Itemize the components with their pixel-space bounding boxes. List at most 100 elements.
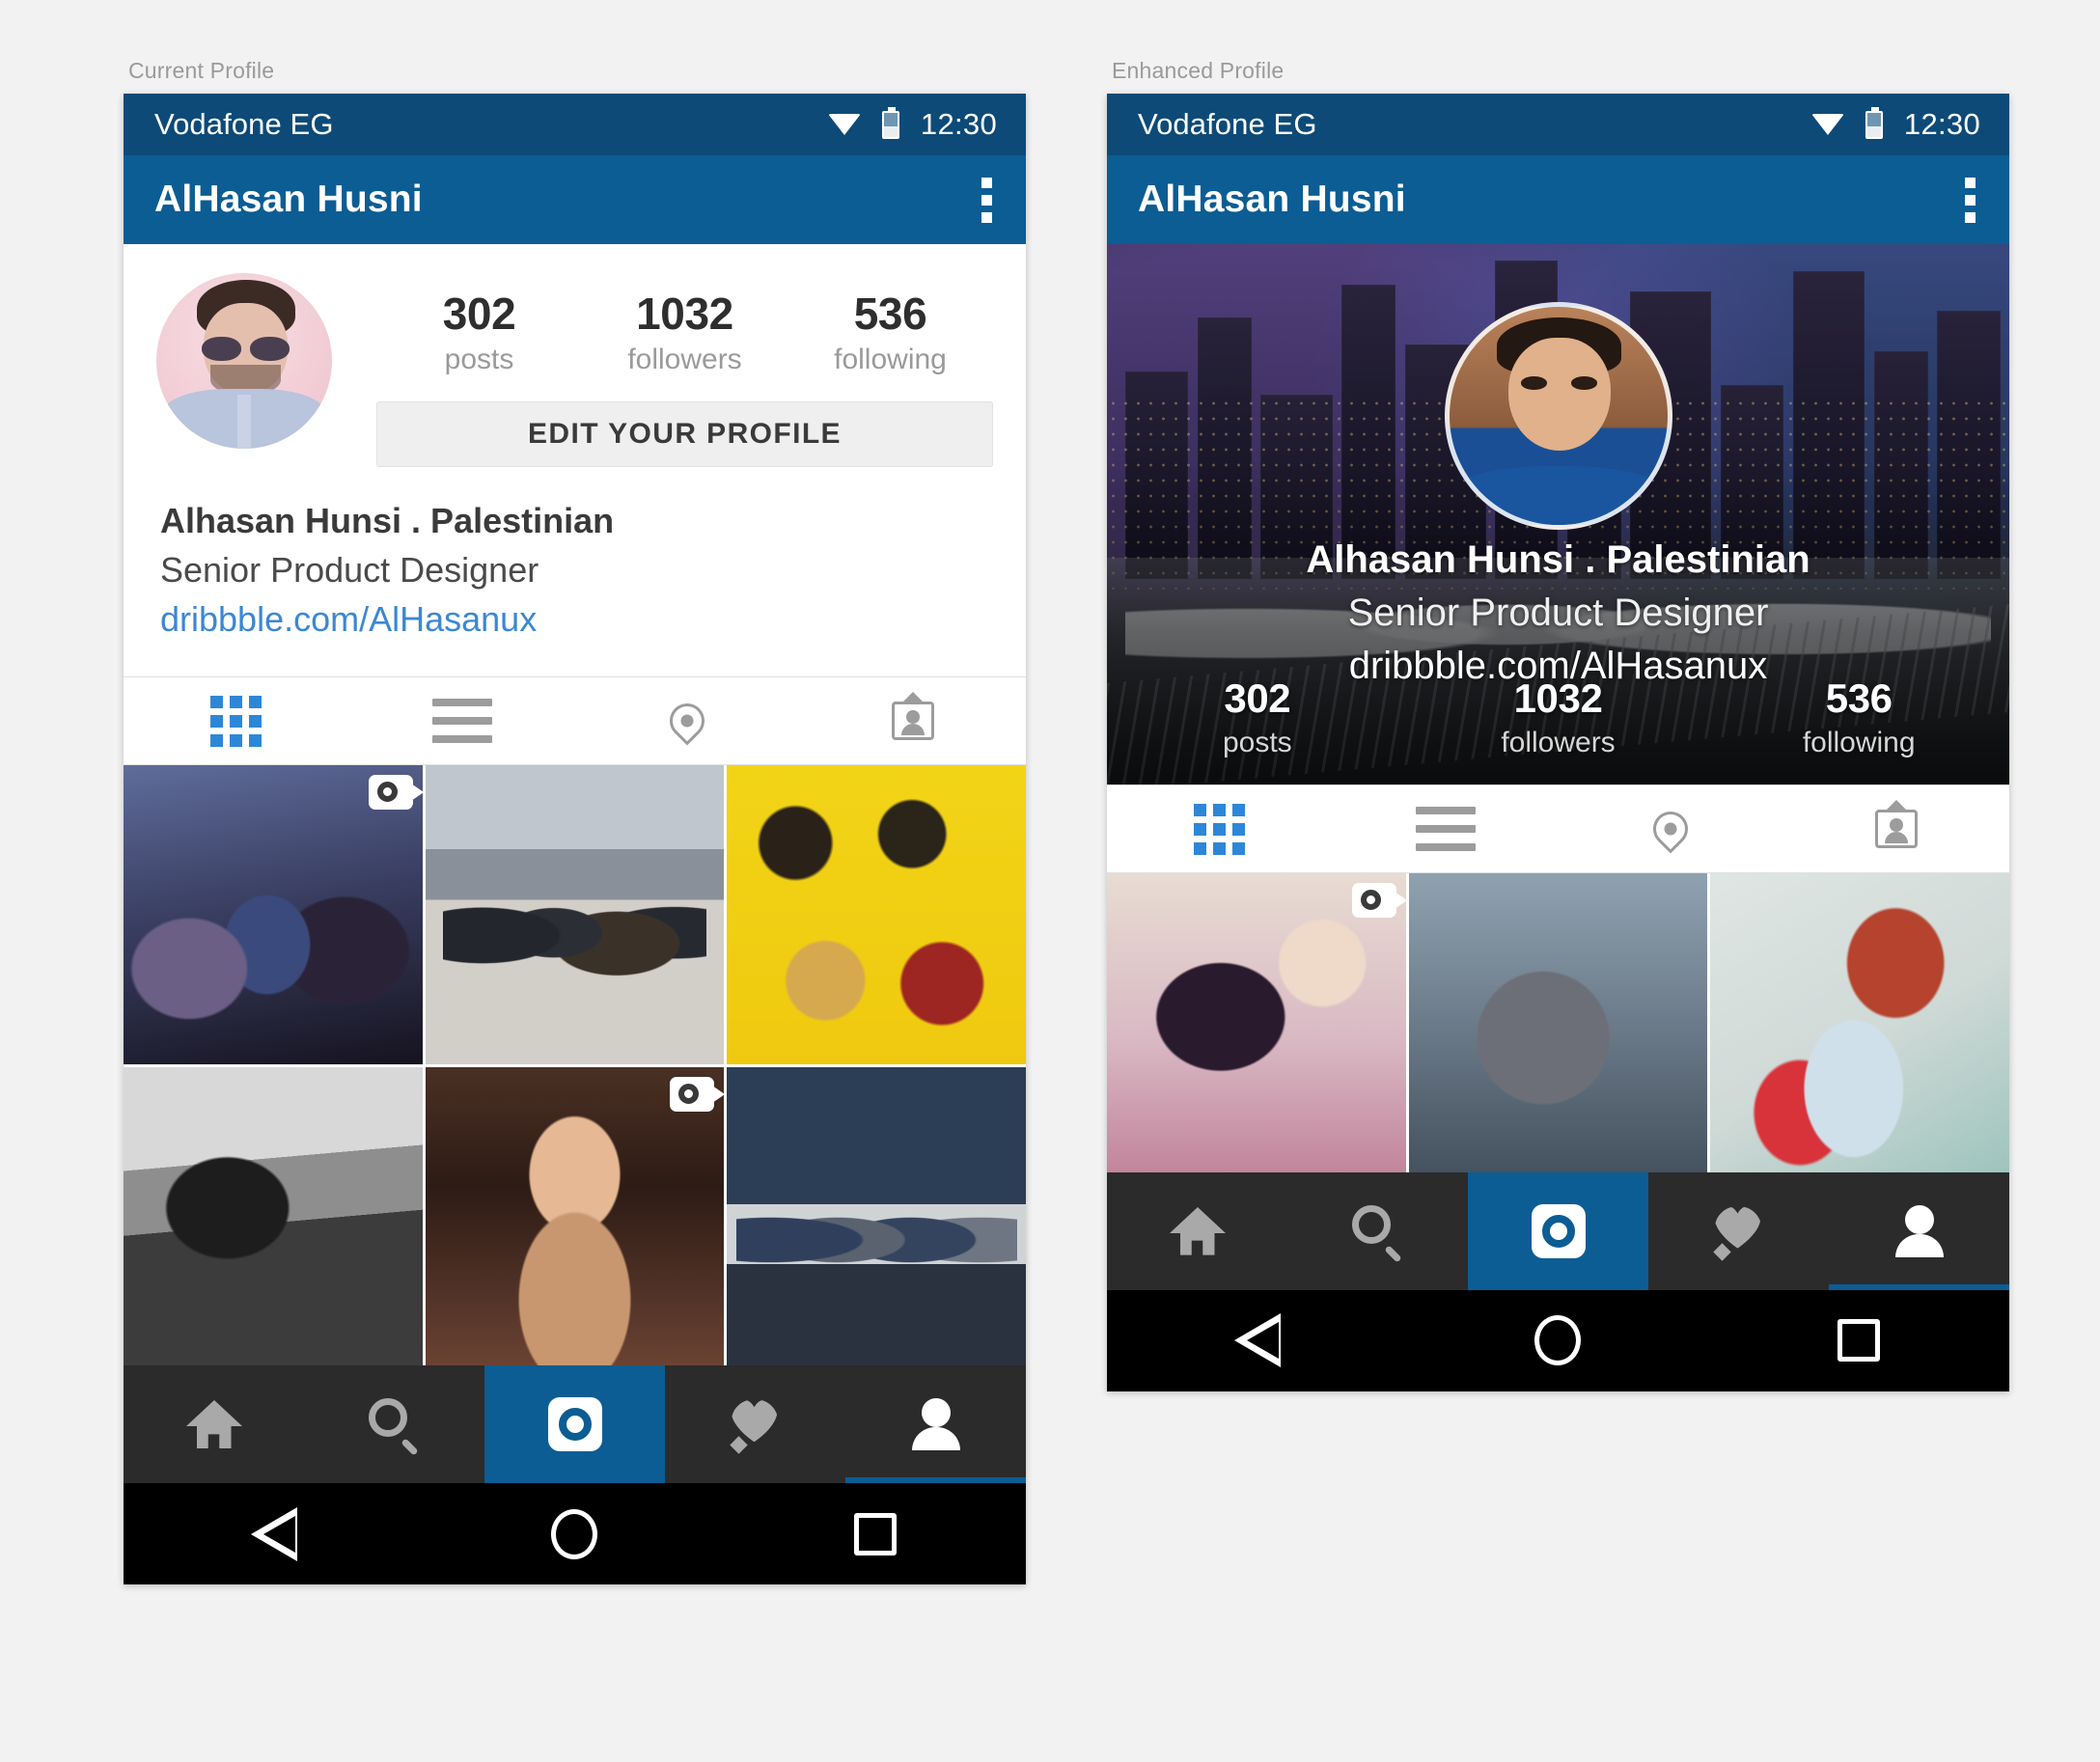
photo-cell[interactable] — [124, 765, 423, 1064]
overflow-menu-icon[interactable] — [981, 177, 993, 223]
carrier-label: Vodafone EG — [1138, 107, 1317, 141]
app-bar-right: AlHasan Husni — [1107, 155, 2009, 244]
hero-cover: Alhasan Hunsi . Palestinian Senior Produ… — [1107, 244, 2009, 785]
status-bar-left: Vodafone EG 12:30 — [124, 94, 1026, 155]
content-tabs-right — [1107, 785, 2009, 873]
content-tabs-left — [124, 676, 1026, 766]
grid-tab[interactable] — [124, 695, 349, 747]
battery-icon — [1865, 106, 1883, 139]
bio-name: Alhasan Hunsi . Palestinian — [1306, 538, 1810, 581]
photo-cell[interactable] — [727, 1066, 1026, 1366]
status-icons: 12:30 — [827, 106, 997, 142]
clock-label: 12:30 — [920, 107, 997, 141]
triangle-back-icon — [1233, 1313, 1281, 1368]
circle-home-icon — [551, 1508, 598, 1559]
video-badge-icon — [670, 1076, 725, 1112]
phone-current-profile: Vodafone EG 12:30 AlHasan Husni 302 post… — [124, 94, 1026, 1585]
search-icon — [1351, 1204, 1404, 1257]
recents-button[interactable] — [1815, 1311, 1902, 1369]
home-tab[interactable] — [124, 1365, 304, 1483]
wifi-icon — [827, 112, 861, 137]
camera-tab[interactable] — [1468, 1171, 1648, 1290]
home-button[interactable] — [1514, 1311, 1601, 1369]
profile-tab[interactable] — [845, 1365, 1026, 1484]
photo-cell[interactable] — [425, 1066, 725, 1366]
heart-icon — [1712, 1206, 1766, 1256]
stat-followers[interactable]: 1032 followers — [582, 290, 788, 376]
status-bar-right: Vodafone EG 12:30 — [1107, 94, 2009, 155]
stats-row: 302 posts 1032 followers 536 following — [376, 273, 993, 376]
video-badge-icon — [368, 775, 423, 811]
location-tab[interactable] — [1559, 804, 1784, 854]
activity-tab[interactable] — [1648, 1172, 1829, 1290]
posts-count: 302 — [1224, 675, 1291, 722]
clock-label: 12:30 — [1903, 107, 1980, 141]
followers-label: followers — [1501, 727, 1616, 758]
recents-button[interactable] — [832, 1505, 919, 1563]
back-button[interactable] — [1214, 1311, 1301, 1369]
location-tab[interactable] — [575, 696, 801, 746]
tagged-tab[interactable] — [800, 692, 1026, 741]
system-nav-right — [1107, 1289, 2009, 1391]
photo-grid-right — [1107, 873, 2009, 1172]
tagged-photos-icon — [892, 692, 935, 741]
hero-profile-avatar[interactable] — [1444, 302, 1672, 530]
app-bar-left: AlHasan Husni — [124, 155, 1026, 244]
followers-label: followers — [627, 343, 742, 375]
photo-cell[interactable] — [1710, 873, 2009, 1172]
camera-tab[interactable] — [484, 1365, 665, 1484]
video-badge-icon — [1351, 883, 1406, 918]
caption-current-profile: Current Profile — [128, 58, 275, 83]
circle-home-icon — [1534, 1315, 1582, 1366]
stat-posts[interactable]: 302 posts — [376, 290, 582, 376]
caption-enhanced-profile: Enhanced Profile — [1112, 58, 1285, 83]
photo-cell[interactable] — [425, 765, 725, 1064]
square-recents-icon — [1838, 1319, 1881, 1363]
bio-link[interactable]: dribbble.com/AlHasanux — [160, 594, 993, 644]
square-recents-icon — [854, 1512, 898, 1556]
avatar[interactable] — [156, 273, 332, 449]
list-tab[interactable] — [349, 699, 575, 744]
search-tab[interactable] — [1287, 1172, 1468, 1290]
activity-tab[interactable] — [665, 1365, 845, 1483]
tagged-photos-icon — [1875, 800, 1919, 848]
photo-cell[interactable] — [124, 1066, 423, 1366]
stat-following[interactable]: 536 following — [788, 290, 993, 376]
home-icon — [185, 1400, 242, 1448]
following-count: 536 — [853, 289, 927, 339]
home-button[interactable] — [531, 1505, 618, 1563]
phone-enhanced-profile: Vodafone EG 12:30 AlHasan Husni Alhasan … — [1107, 94, 2009, 1391]
heart-icon — [729, 1399, 783, 1449]
back-button[interactable] — [231, 1505, 318, 1563]
stat-followers[interactable]: 1032 followers — [1408, 677, 1709, 759]
photo-cell[interactable] — [727, 765, 1026, 1064]
photo-grid-left — [124, 765, 1026, 1366]
stat-posts[interactable]: 302 posts — [1107, 677, 1408, 759]
bio-role: Senior Product Designer — [160, 549, 539, 590]
page-title: AlHasan Husni — [1138, 179, 1406, 220]
person-icon — [911, 1398, 960, 1451]
sunglasses-shape — [202, 336, 290, 361]
triangle-back-icon — [250, 1506, 297, 1561]
photo-cell[interactable] — [1107, 873, 1406, 1172]
tagged-tab[interactable] — [1783, 800, 2009, 848]
bio-name: Alhasan Hunsi . Palestinian — [160, 500, 615, 540]
home-icon — [1169, 1206, 1226, 1255]
followers-count: 1032 — [1513, 675, 1603, 722]
profile-tab[interactable] — [1829, 1172, 2009, 1290]
posts-label: posts — [444, 343, 514, 375]
edit-profile-button[interactable]: EDIT YOUR PROFILE — [376, 400, 993, 467]
search-tab[interactable] — [304, 1365, 484, 1483]
stat-following[interactable]: 536 following — [1708, 677, 2009, 759]
status-icons: 12:30 — [1810, 106, 1980, 142]
grid-tab[interactable] — [1107, 803, 1333, 855]
overflow-menu-icon[interactable] — [1965, 177, 1976, 223]
photo-cell[interactable] — [1408, 873, 1708, 1172]
list-tab[interactable] — [1333, 807, 1559, 851]
home-tab[interactable] — [1107, 1172, 1287, 1290]
search-icon — [368, 1398, 421, 1450]
bio-role: Senior Product Designer — [1347, 592, 1769, 635]
posts-label: posts — [1222, 727, 1292, 758]
bottom-nav-left — [124, 1365, 1026, 1484]
bio-block: Alhasan Hunsi . Palestinian Senior Produ… — [124, 466, 1026, 677]
